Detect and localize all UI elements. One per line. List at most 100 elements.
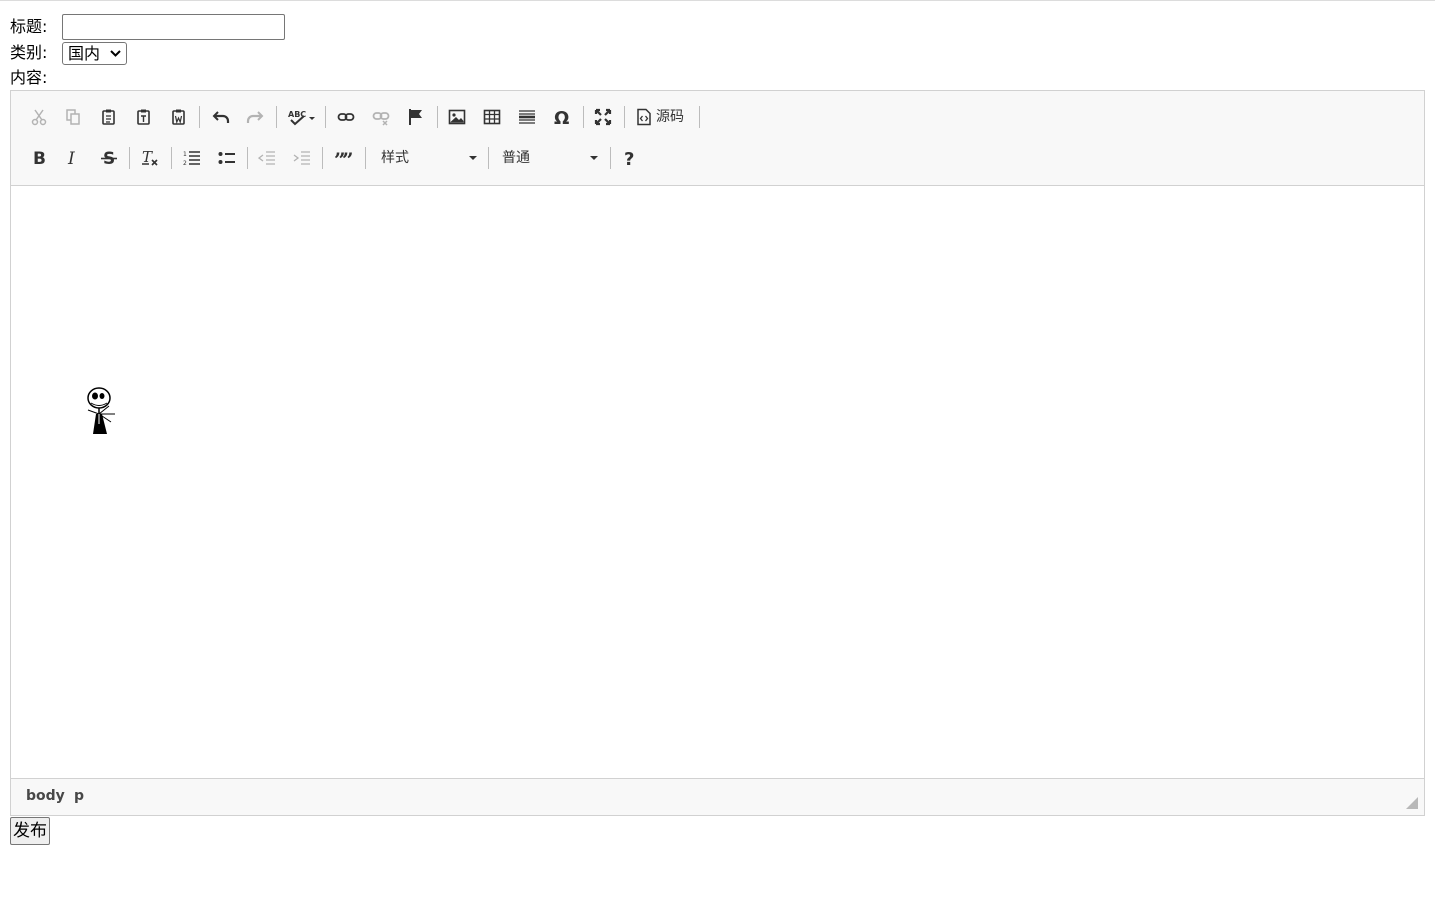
toolbar-separator [129, 147, 130, 169]
toolbar-separator [322, 147, 323, 169]
category-selected-value: 国内 [68, 44, 101, 63]
resize-handle-icon[interactable] [1406, 797, 1418, 809]
redo-icon [246, 111, 264, 123]
paste-text-icon [137, 109, 150, 125]
unlink-icon [372, 112, 390, 126]
link-icon [337, 113, 355, 121]
indent-icon [293, 151, 310, 165]
title-input[interactable] [62, 14, 285, 40]
maximize-button[interactable] [589, 103, 617, 131]
editor-toolbar: ABC Ω 源码 B I S T 1 2 ” 样式 普通 ? [11, 91, 1424, 186]
undo-button[interactable] [207, 103, 235, 131]
toolbar-separator [276, 106, 277, 128]
special-char-button[interactable]: Ω [548, 103, 576, 131]
path-p[interactable]: p [74, 788, 84, 804]
skeleton-figure-image [87, 387, 115, 434]
svg-text:B: B [33, 149, 46, 167]
image-icon [448, 109, 466, 125]
copy-icon [66, 109, 80, 125]
remove-format-button[interactable]: T [136, 144, 164, 172]
category-row: 类别: [10, 43, 47, 63]
redo-button[interactable] [241, 103, 269, 131]
toolbar-separator [610, 147, 611, 169]
svg-text:Ω: Ω [554, 108, 569, 126]
numbered-list-button[interactable]: 12 [178, 144, 206, 172]
content-row: 内容: [10, 68, 47, 88]
toolbar-separator [247, 147, 248, 169]
publish-button[interactable]: 发布 [10, 817, 50, 845]
undo-icon [212, 111, 230, 123]
horizontal-line-button[interactable] [513, 103, 541, 131]
anchor-button[interactable] [402, 103, 430, 131]
bulleted-list-button[interactable] [213, 144, 241, 172]
unlink-button[interactable] [367, 103, 395, 131]
svg-text:”: ” [342, 149, 352, 167]
outdent-icon [258, 151, 275, 165]
toolbar-separator [199, 106, 200, 128]
toolbar-separator [583, 106, 584, 128]
paste-button[interactable] [95, 103, 123, 131]
anchor-flag-icon [409, 109, 422, 125]
help-button[interactable]: ? [616, 144, 644, 172]
paste-text-button[interactable] [130, 103, 158, 131]
svg-text:I: I [67, 149, 75, 167]
blockquote-button[interactable]: ”” [329, 144, 357, 172]
styles-label: 样式 [381, 150, 409, 166]
help-icon: ? [624, 149, 634, 167]
link-button[interactable] [332, 103, 360, 131]
toolbar-separator [437, 106, 438, 128]
content-label: 内容: [10, 68, 48, 87]
image-button[interactable] [443, 103, 471, 131]
source-label: 源码 [656, 109, 684, 125]
cut-icon [31, 109, 47, 126]
table-button[interactable] [478, 103, 506, 131]
toolbar-separator [365, 147, 366, 169]
styles-combo[interactable]: 样式 [381, 144, 477, 172]
path-body[interactable]: body [26, 788, 65, 804]
bold-button[interactable]: B [25, 144, 53, 172]
italic-icon: I [67, 149, 75, 167]
source-button[interactable]: 源码 [636, 103, 684, 131]
special-char-icon: Ω [554, 108, 569, 126]
toolbar-separator [171, 147, 172, 169]
rich-text-editor: ABC Ω 源码 B I S T 1 2 ” 样式 普通 ? body p [10, 90, 1425, 816]
bulleted-list-icon [218, 152, 235, 164]
title-row: 标题: [10, 17, 47, 37]
spellcheck-icon: ABC [288, 110, 315, 126]
toolbar-separator [325, 106, 326, 128]
category-select[interactable]: 国内 [62, 42, 127, 65]
indent-button[interactable] [288, 144, 316, 172]
svg-text:?: ? [624, 149, 634, 167]
bold-icon: B [33, 149, 46, 167]
svg-text:2: 2 [183, 160, 187, 167]
dropdown-arrow-icon [469, 156, 477, 160]
title-label: 标题: [10, 17, 48, 36]
strike-icon: S [101, 149, 117, 167]
chevron-down-icon [110, 50, 121, 57]
svg-text:1: 1 [183, 151, 187, 158]
paste-icon [102, 109, 115, 125]
toolbar-separator [624, 106, 625, 128]
blockquote-icon: ”” [334, 149, 352, 167]
spellcheck-button[interactable]: ABC [284, 103, 320, 131]
horizontal-line-icon [519, 110, 535, 124]
maximize-icon [594, 108, 612, 126]
format-combo[interactable]: 普通 [502, 144, 598, 172]
format-label: 普通 [502, 150, 530, 166]
copy-button[interactable] [59, 103, 87, 131]
cut-button[interactable] [25, 103, 53, 131]
paste-word-button[interactable] [165, 103, 193, 131]
editor-content-area[interactable] [11, 186, 1424, 779]
dropdown-arrow-icon [590, 156, 598, 160]
strike-button[interactable]: S [95, 144, 123, 172]
numbered-list-icon: 12 [183, 151, 200, 167]
toolbar-separator [699, 106, 700, 128]
table-icon [483, 109, 501, 125]
paste-word-icon [172, 109, 185, 125]
category-label: 类别: [10, 43, 48, 62]
toolbar-separator [488, 147, 489, 169]
outdent-button[interactable] [253, 144, 281, 172]
italic-button[interactable]: I [59, 144, 87, 172]
editor-statusbar: body p [11, 778, 1424, 815]
remove-format-icon: T [142, 149, 158, 166]
